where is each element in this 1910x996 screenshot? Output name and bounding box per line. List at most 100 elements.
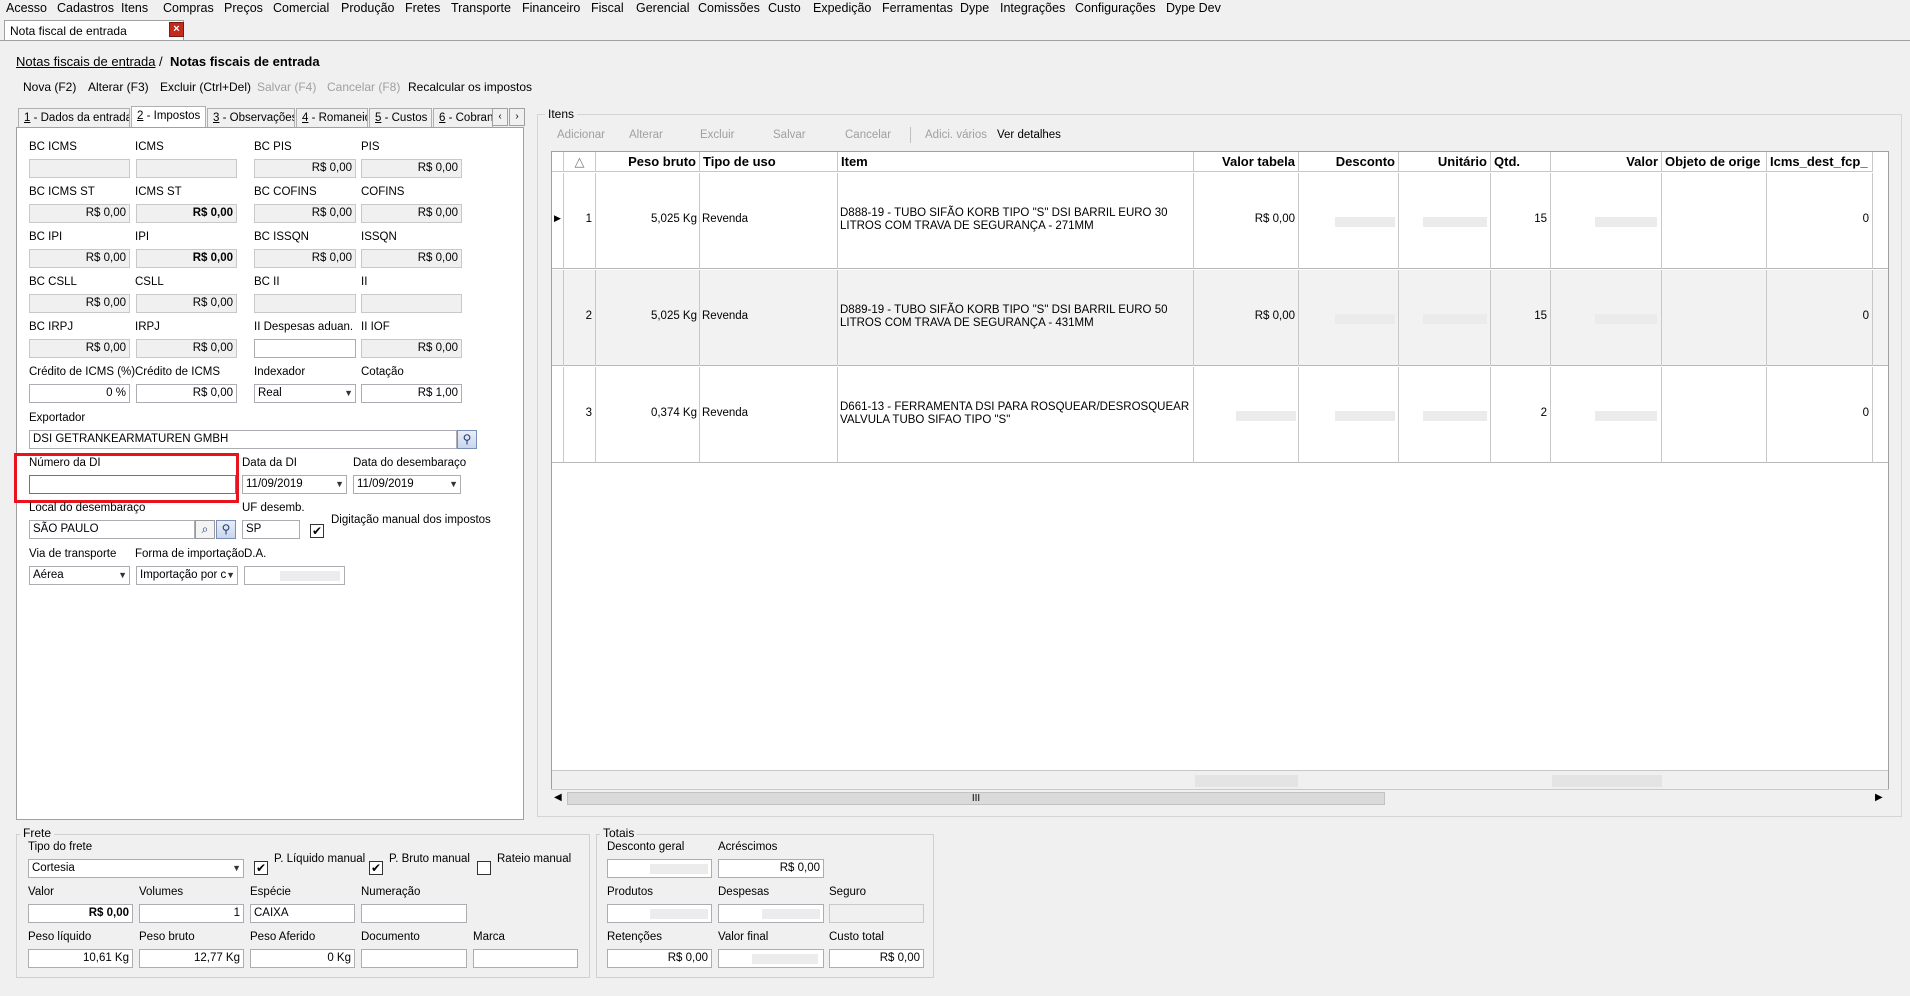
custo-total-field[interactable]: R$ 0,00	[829, 949, 924, 968]
menu-comercial[interactable]: Comercial	[273, 1, 329, 15]
recalcular-impostos-button[interactable]: Recalcular os impostos	[408, 80, 532, 94]
grid-menu-icon[interactable]	[552, 152, 564, 172]
menu-transporte[interactable]: Transporte	[451, 1, 511, 15]
nova-button[interactable]: Nova (F2)	[23, 80, 76, 94]
menu-gerencial[interactable]: Gerencial	[636, 1, 690, 15]
bc-icms-field[interactable]	[29, 159, 130, 178]
search-binoculars-icon[interactable]: ⚲	[457, 430, 477, 449]
menu-comissoes[interactable]: Comissões	[698, 1, 760, 15]
tab-custos[interactable]: 5 - Custos	[369, 108, 432, 128]
table-row[interactable]: ▶ 1 5,025 Kg Revenda D888-19 - TUBO SIFÃ…	[552, 173, 1888, 269]
tab-scroll-left-icon[interactable]: ‹	[492, 108, 508, 126]
bc-pis-field[interactable]: R$ 0,00	[254, 159, 356, 178]
seguro-field[interactable]	[829, 904, 924, 923]
marca-field[interactable]	[473, 949, 578, 968]
credito-icms-field[interactable]: R$ 0,00	[136, 384, 237, 403]
ii-despesas-field[interactable]	[254, 339, 356, 358]
forma-importacao-select[interactable]: Importação por c ▼	[136, 566, 238, 585]
tab-cobranca[interactable]: 6 - Cobranç	[433, 108, 493, 128]
menu-fiscal[interactable]: Fiscal	[591, 1, 624, 15]
via-transporte-select[interactable]: Aérea ▼	[29, 566, 130, 585]
menu-producao[interactable]: Produção	[341, 1, 395, 15]
col-tipo-uso[interactable]: Tipo de uso	[700, 152, 838, 172]
horizontal-scrollbar[interactable]: ◀ III ▶	[551, 789, 1889, 807]
itens-adicionar-button[interactable]: Adicionar	[557, 129, 605, 141]
col-valor[interactable]: Valor	[1551, 152, 1662, 172]
magnifier-icon[interactable]: ⌕	[195, 520, 215, 539]
p-bruto-manual-checkbox[interactable]: ✔	[369, 861, 383, 875]
search-binoculars-icon[interactable]: ⚲	[216, 520, 236, 539]
icms-field[interactable]	[136, 159, 237, 178]
cofins-field[interactable]: R$ 0,00	[361, 204, 462, 223]
credito-icms-pct-field[interactable]: 0 %	[29, 384, 130, 403]
scroll-left-icon[interactable]: ◀	[554, 792, 562, 803]
alterar-button[interactable]: Alterar (F3)	[88, 80, 149, 94]
col-peso-bruto[interactable]: Peso bruto	[596, 152, 700, 172]
itens-adic-varios-button[interactable]: Adici. vários	[925, 129, 987, 141]
col-valor-tabela[interactable]: Valor tabela	[1194, 152, 1299, 172]
rateio-manual-checkbox[interactable]	[477, 861, 491, 875]
bc-ipi-field[interactable]: R$ 0,00	[29, 249, 130, 268]
valor-field[interactable]: R$ 0,00	[28, 904, 133, 923]
cancelar-button[interactable]: Cancelar (F8)	[327, 80, 400, 94]
menu-itens[interactable]: Itens	[121, 1, 148, 15]
ver-detalhes-button[interactable]: Ver detalhes	[997, 129, 1061, 141]
menu-ferramentas[interactable]: Ferramentas	[882, 1, 953, 15]
itens-grid[interactable]: △ Peso bruto Tipo de uso Item Valor tabe…	[551, 151, 1889, 807]
col-objeto-origem[interactable]: Objeto de orige	[1662, 152, 1767, 172]
bc-cofins-field[interactable]: R$ 0,00	[254, 204, 356, 223]
issqn-field[interactable]: R$ 0,00	[361, 249, 462, 268]
menu-dype[interactable]: Dype	[960, 1, 989, 15]
bc-issqn-field[interactable]: R$ 0,00	[254, 249, 356, 268]
acrescimos-field[interactable]: R$ 0,00	[718, 859, 824, 878]
col-icms-dest-fcp[interactable]: Icms_dest_fcp_	[1767, 152, 1873, 172]
sort-indicator-icon[interactable]: △	[564, 152, 596, 172]
close-icon[interactable]: ×	[169, 22, 184, 37]
icms-st-field[interactable]: R$ 0,00	[136, 204, 237, 223]
pis-field[interactable]: R$ 0,00	[361, 159, 462, 178]
menu-expedicao[interactable]: Expedição	[813, 1, 871, 15]
exportador-field[interactable]: DSI GETRANKEARMATUREN GMBH	[29, 430, 457, 449]
digitacao-manual-checkbox[interactable]: ✔	[310, 524, 324, 538]
documento-field[interactable]	[361, 949, 467, 968]
salvar-button[interactable]: Salvar (F4)	[257, 80, 316, 94]
ii-iof-field[interactable]: R$ 0,00	[361, 339, 462, 358]
data-desembaraco-select[interactable]: 11/09/2019 ▼	[353, 475, 461, 494]
irpj-field[interactable]: R$ 0,00	[136, 339, 237, 358]
peso-liquido-field[interactable]: 10,61 Kg	[28, 949, 133, 968]
scroll-right-icon[interactable]: ▶	[1875, 792, 1883, 803]
tab-romaneio[interactable]: 4 - Romaneio	[296, 108, 368, 128]
peso-aferido-field[interactable]: 0 Kg	[250, 949, 355, 968]
menu-precos[interactable]: Preços	[224, 1, 263, 15]
peso-bruto-field[interactable]: 12,77 Kg	[139, 949, 244, 968]
itens-alterar-button[interactable]: Alterar	[629, 129, 663, 141]
p-liquido-manual-checkbox[interactable]: ✔	[254, 861, 268, 875]
data-di-select[interactable]: 11/09/2019 ▼	[242, 475, 347, 494]
uf-desemb-field[interactable]: SP	[242, 520, 300, 539]
breadcrumb-parent-link[interactable]: Notas fiscais de entrada	[16, 54, 155, 69]
numeracao-field[interactable]	[361, 904, 467, 923]
col-qtd[interactable]: Qtd.	[1491, 152, 1551, 172]
bc-ii-field[interactable]	[254, 294, 356, 313]
itens-excluir-button[interactable]: Excluir	[700, 129, 735, 141]
menu-compras[interactable]: Compras	[163, 1, 214, 15]
retencoes-field[interactable]: R$ 0,00	[607, 949, 712, 968]
excluir-button[interactable]: Excluir (Ctrl+Del)	[160, 80, 251, 94]
csll-field[interactable]: R$ 0,00	[136, 294, 237, 313]
tab-dados-entrada[interactable]: 1 - Dados da entrada	[18, 108, 130, 128]
itens-salvar-button[interactable]: Salvar	[773, 129, 806, 141]
ii-field[interactable]	[361, 294, 462, 313]
local-desembaraco-field[interactable]: SÃO PAULO	[29, 520, 195, 539]
tab-impostos[interactable]: 2 - Impostos	[131, 106, 206, 129]
table-row[interactable]: 2 5,025 Kg Revenda D889-19 - TUBO SIFÃO …	[552, 270, 1888, 366]
menu-fretes[interactable]: Fretes	[405, 1, 440, 15]
menu-acesso[interactable]: Acesso	[6, 1, 47, 15]
menu-cadastros[interactable]: Cadastros	[57, 1, 114, 15]
itens-cancelar-button[interactable]: Cancelar	[845, 129, 891, 141]
volumes-field[interactable]: 1	[139, 904, 244, 923]
col-item[interactable]: Item	[838, 152, 1194, 172]
menu-dype-dev[interactable]: Dype Dev	[1166, 1, 1221, 15]
menu-custo[interactable]: Custo	[768, 1, 801, 15]
numero-di-input[interactable]	[29, 475, 236, 494]
tab-observacoes[interactable]: 3 - Observações	[207, 108, 295, 128]
